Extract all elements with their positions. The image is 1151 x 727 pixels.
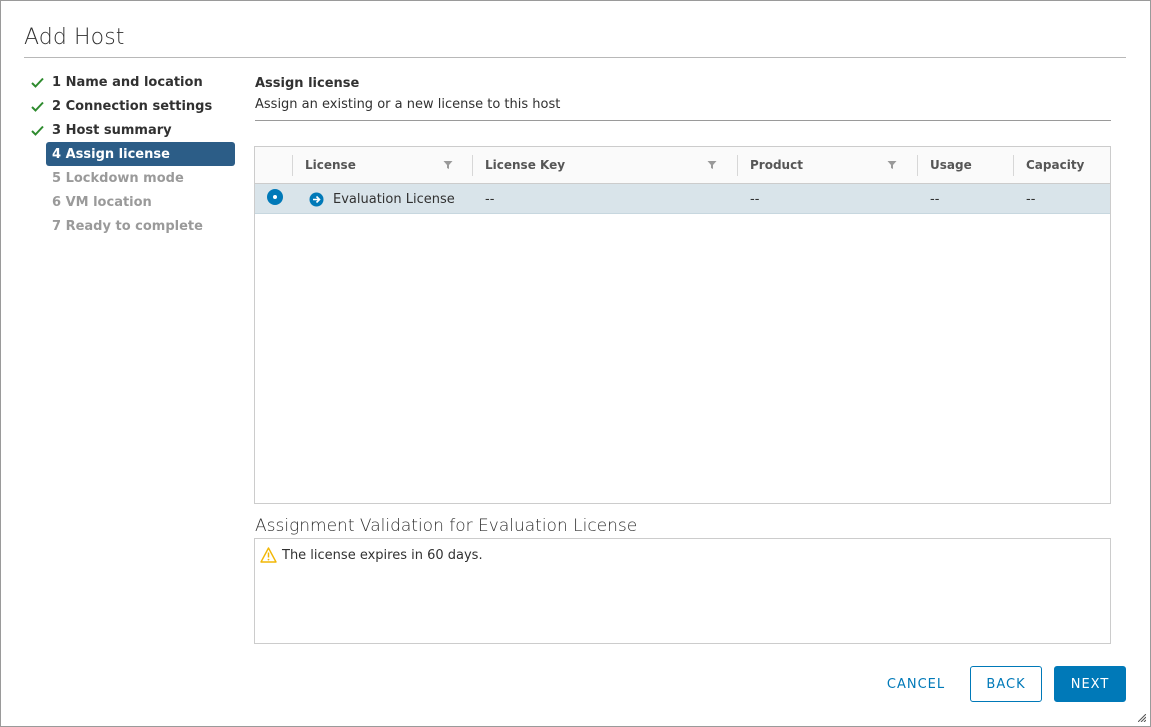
step-label: 6 VM location bbox=[52, 194, 152, 210]
step-ready-to-complete: 7 Ready to complete bbox=[31, 214, 236, 238]
warning-icon bbox=[260, 547, 277, 563]
column-separator[interactable] bbox=[737, 155, 738, 176]
step-lockdown-mode: 5 Lockdown mode bbox=[31, 166, 236, 190]
step-label: 4 Assign license bbox=[52, 146, 170, 162]
step-assign-license[interactable]: 4 Assign license bbox=[46, 142, 235, 166]
column-header-license-key[interactable]: License Key bbox=[485, 147, 565, 183]
license-grid: License License Key Product Usage Capaci… bbox=[254, 146, 1111, 504]
step-label: 1 Name and location bbox=[52, 74, 203, 90]
checkmark-icon bbox=[31, 77, 52, 88]
license-name: Evaluation License bbox=[333, 191, 455, 207]
filter-icon[interactable] bbox=[887, 160, 897, 170]
table-row[interactable]: Evaluation License -- -- -- -- bbox=[255, 184, 1110, 214]
step-label: 2 Connection settings bbox=[52, 98, 213, 114]
step-connection-settings[interactable]: 2 Connection settings bbox=[31, 94, 236, 118]
license-cell: Evaluation License bbox=[309, 184, 455, 214]
add-host-dialog: Add Host 1 Name and location 2 Connectio… bbox=[0, 0, 1151, 727]
filter-icon[interactable] bbox=[707, 160, 717, 170]
back-button[interactable]: BACK bbox=[970, 666, 1042, 702]
capacity-cell: -- bbox=[1026, 191, 1036, 207]
validation-title: Assignment Validation for Evaluation Lic… bbox=[255, 516, 638, 536]
row-select-radio[interactable] bbox=[267, 189, 283, 205]
column-header-usage[interactable]: Usage bbox=[930, 147, 972, 183]
section-title: Assign license bbox=[255, 76, 360, 91]
section-subtitle: Assign an existing or a new license to t… bbox=[255, 97, 561, 112]
step-label: 7 Ready to complete bbox=[52, 218, 203, 234]
filter-icon[interactable] bbox=[443, 160, 453, 170]
resize-handle-icon[interactable] bbox=[1138, 714, 1146, 722]
column-header-capacity[interactable]: Capacity bbox=[1026, 147, 1084, 183]
column-separator bbox=[292, 155, 293, 176]
checkmark-icon bbox=[31, 101, 52, 112]
product-cell: -- bbox=[750, 191, 760, 207]
title-divider bbox=[24, 57, 1126, 58]
section-divider bbox=[255, 120, 1111, 121]
grid-header: License License Key Product Usage Capaci… bbox=[255, 147, 1110, 184]
next-button[interactable]: NEXT bbox=[1054, 666, 1126, 702]
license-key-cell: -- bbox=[485, 191, 495, 207]
column-separator[interactable] bbox=[472, 155, 473, 176]
step-vm-location: 6 VM location bbox=[31, 190, 236, 214]
step-host-summary[interactable]: 3 Host summary bbox=[31, 118, 236, 142]
column-header-license[interactable]: License bbox=[305, 147, 356, 183]
column-separator[interactable] bbox=[917, 155, 918, 176]
step-name-and-location[interactable]: 1 Name and location bbox=[31, 70, 236, 94]
column-header-product[interactable]: Product bbox=[750, 147, 803, 183]
wizard-steps: 1 Name and location 2 Connection setting… bbox=[31, 70, 236, 238]
usage-cell: -- bbox=[930, 191, 940, 207]
column-separator[interactable] bbox=[1013, 155, 1014, 176]
checkmark-icon bbox=[31, 125, 52, 136]
validation-box: The license expires in 60 days. bbox=[254, 538, 1111, 644]
step-label: 5 Lockdown mode bbox=[52, 170, 184, 186]
arrow-circle-icon bbox=[309, 192, 324, 206]
step-label: 3 Host summary bbox=[52, 122, 172, 138]
cancel-button[interactable]: CANCEL bbox=[880, 666, 952, 702]
validation-message: The license expires in 60 days. bbox=[282, 548, 483, 563]
dialog-title: Add Host bbox=[24, 25, 125, 50]
